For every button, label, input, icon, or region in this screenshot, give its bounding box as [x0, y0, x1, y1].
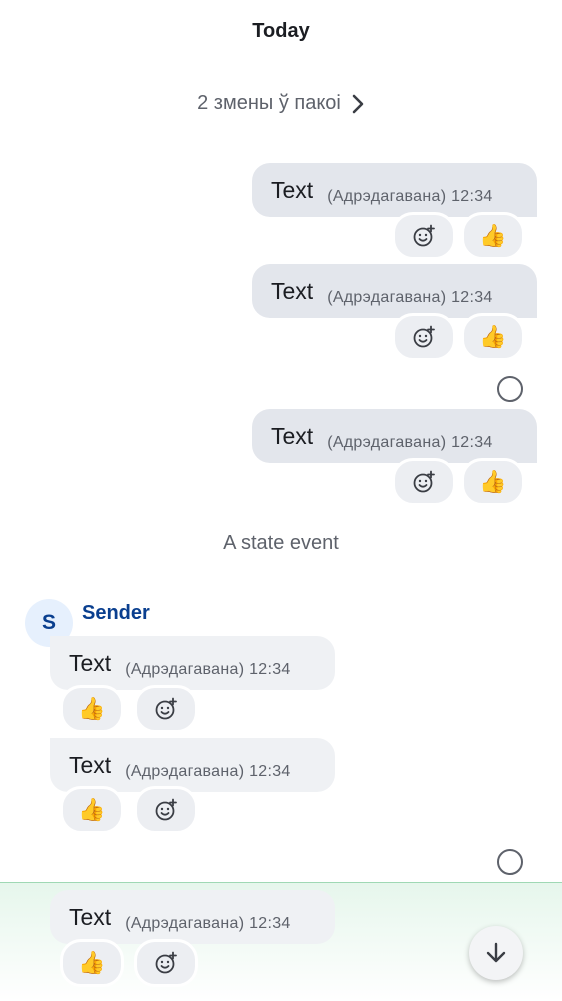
add-reaction-button[interactable]: [392, 212, 456, 260]
add-reaction-button[interactable]: [134, 786, 198, 834]
add-reaction-button[interactable]: [392, 313, 456, 361]
message-text: Text: [271, 277, 314, 304]
read-receipt-icon[interactable]: [497, 849, 523, 875]
add-reaction-button[interactable]: [134, 939, 198, 987]
incoming-message-bubble[interactable]: Text (Адрэдагавана) 12:34: [50, 890, 335, 944]
add-reaction-icon: [413, 224, 435, 247]
reaction-thumbs-up[interactable]: 👍: [461, 458, 525, 506]
add-reaction-icon: [155, 951, 177, 974]
message-meta: (Адрэдагавана) 12:34: [125, 661, 291, 678]
thumbs-up-icon: 👍: [479, 469, 507, 494]
thumbs-up-icon: 👍: [78, 696, 106, 721]
message-text: Text: [271, 176, 314, 203]
avatar-initial: S: [41, 611, 56, 634]
reaction-thumbs-up[interactable]: 👍: [461, 313, 525, 361]
thumbs-up-icon: 👍: [479, 324, 507, 349]
outgoing-message-bubble[interactable]: Text (Адрэдагавана) 12:34: [252, 163, 537, 217]
message-text: Text: [69, 751, 112, 778]
outgoing-message-bubble[interactable]: Text (Адрэдагавана) 12:34: [252, 264, 537, 318]
message-meta: (Адрэдагавана) 12:34: [125, 763, 291, 780]
message-meta: (Адрэдагавана) 12:34: [327, 289, 493, 306]
add-reaction-icon: [413, 325, 435, 348]
message-text: Text: [69, 649, 112, 676]
thumbs-up-icon: 👍: [78, 797, 106, 822]
room-changes-label: 2 змены ў пакоі: [197, 92, 341, 114]
reaction-thumbs-up[interactable]: 👍: [60, 786, 124, 834]
reaction-thumbs-up[interactable]: 👍: [60, 685, 124, 733]
thumbs-up-icon: 👍: [479, 223, 507, 248]
outgoing-message-bubble[interactable]: Text (Адрэдагавана) 12:34: [252, 409, 537, 463]
arrow-down-icon: [486, 942, 506, 963]
sender-name[interactable]: Sender: [82, 602, 150, 625]
add-reaction-button[interactable]: [134, 685, 198, 733]
message-text: Text: [69, 903, 112, 930]
add-reaction-icon: [155, 697, 177, 720]
scroll-to-bottom-button[interactable]: [469, 926, 523, 980]
add-reaction-icon: [413, 470, 435, 493]
message-meta: (Адрэдагавана) 12:34: [327, 188, 493, 205]
incoming-message-bubble[interactable]: Text (Адрэдагавана) 12:34: [50, 636, 335, 690]
day-divider: Today: [252, 20, 310, 42]
add-reaction-button[interactable]: [392, 458, 456, 506]
incoming-message-bubble[interactable]: Text (Адрэдагавана) 12:34: [50, 738, 335, 792]
room-changes-summary[interactable]: 2 змены ў пакоі: [0, 92, 562, 115]
state-event: A state event: [223, 532, 339, 554]
chevron-right-icon: [352, 94, 364, 113]
reaction-thumbs-up[interactable]: 👍: [461, 212, 525, 260]
message-meta: (Адрэдагавана) 12:34: [327, 434, 493, 451]
message-text: Text: [271, 422, 314, 449]
add-reaction-icon: [155, 798, 177, 821]
reaction-thumbs-up[interactable]: 👍: [60, 939, 124, 987]
message-meta: (Адрэдагавана) 12:34: [125, 915, 291, 932]
thumbs-up-icon: 👍: [78, 950, 106, 975]
read-receipt-icon[interactable]: [497, 376, 523, 402]
